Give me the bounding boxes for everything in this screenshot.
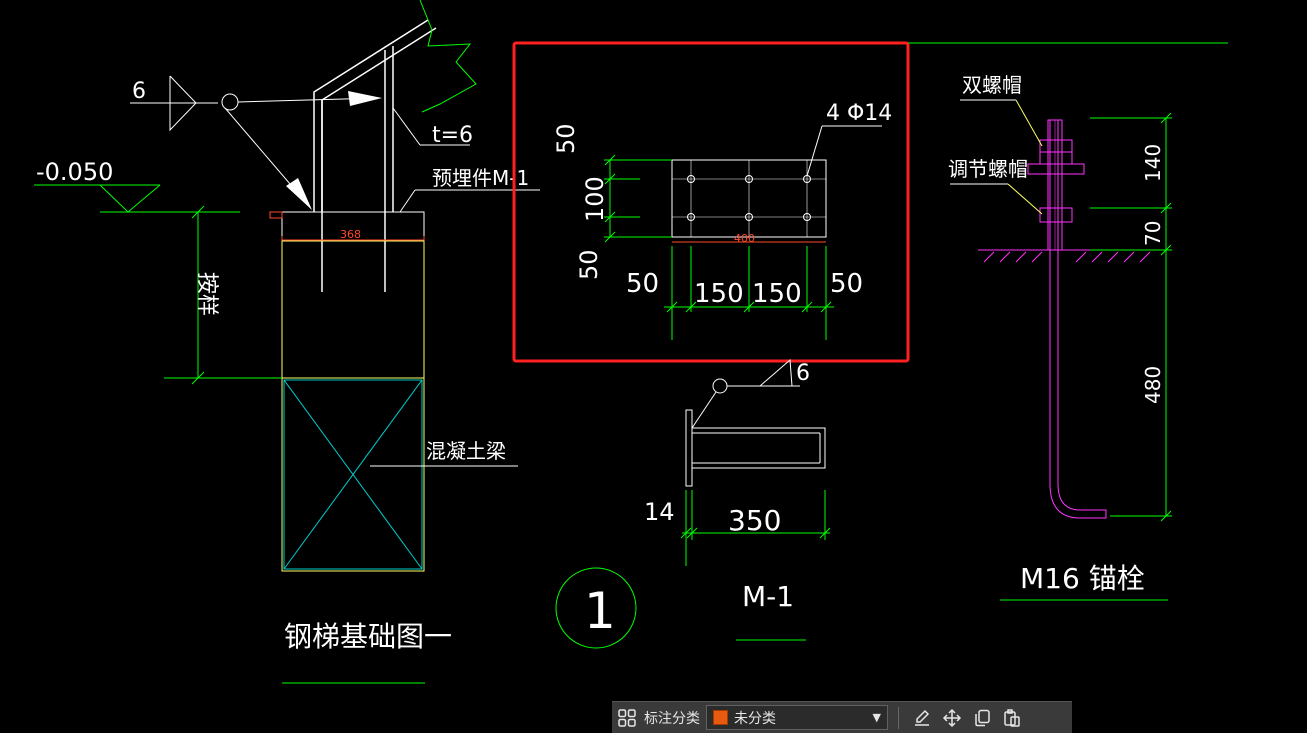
weld-size-label: 6 bbox=[132, 79, 146, 104]
h-dim-right: 50 bbox=[830, 269, 863, 299]
thickness-label: t=6 bbox=[432, 123, 473, 148]
anchor-dim-140: 140 bbox=[1141, 144, 1165, 182]
edit-icon[interactable] bbox=[907, 702, 937, 733]
annotation-category-label: 标注分类 bbox=[644, 710, 700, 727]
double-nut-label: 双螺帽 bbox=[962, 73, 1022, 97]
annotation-category-select[interactable]: 未分类 ▼ bbox=[706, 705, 888, 730]
annotation-toolbar: 标注分类 未分类 ▼ bbox=[612, 701, 1072, 733]
foundation-detail bbox=[34, 0, 540, 684]
category-color-swatch bbox=[713, 710, 728, 725]
paste-icon[interactable] bbox=[997, 702, 1027, 733]
anchor-dim-480: 480 bbox=[1141, 366, 1165, 404]
detail-number: 1 bbox=[584, 582, 616, 640]
copy-icon[interactable] bbox=[967, 702, 997, 733]
v-dim-top: 50 bbox=[552, 123, 580, 154]
h-dim-2: 150 bbox=[752, 279, 802, 309]
plate-width-label: 400 bbox=[734, 232, 755, 245]
foundation-labels: 6 t=6 预埋件M-1 -0.050 368 按样 混凝土梁 钢梯基础图一 bbox=[36, 79, 529, 653]
selection-highlight-frame bbox=[512, 41, 910, 363]
category-select-value: 未分类 bbox=[734, 710, 776, 727]
h-dim-1: 150 bbox=[694, 279, 744, 309]
cad-canvas[interactable]: 6 t=6 预埋件M-1 -0.050 368 按样 混凝土梁 钢梯基础图一 4… bbox=[0, 0, 1307, 732]
adjust-nut-label: 调节螺帽 bbox=[948, 157, 1028, 181]
layout-grid-icon[interactable] bbox=[612, 702, 642, 733]
plate-plan-labels: 4 Φ14 50 100 50 400 50 150 150 50 bbox=[552, 101, 892, 309]
section-length-label: 350 bbox=[728, 504, 781, 537]
section-thickness-label: 14 bbox=[644, 498, 675, 526]
section-weld-label: 6 bbox=[796, 361, 810, 386]
v-dim-bottom: 50 bbox=[575, 249, 603, 280]
section-title: M-1 bbox=[742, 580, 794, 613]
elevation-label: -0.050 bbox=[36, 158, 113, 186]
toolbar-divider bbox=[898, 706, 899, 729]
anchor-dim-70: 70 bbox=[1141, 221, 1165, 246]
anchor-bolt-labels: 双螺帽 调节螺帽 140 70 480 M16 锚栓 bbox=[948, 73, 1165, 595]
chevron-down-icon[interactable]: ▼ bbox=[873, 711, 881, 724]
beam-label: 混凝土梁 bbox=[426, 439, 506, 463]
anchor-title: M16 锚栓 bbox=[1020, 562, 1145, 595]
h-dim-left: 50 bbox=[626, 269, 659, 299]
foundation-title: 钢梯基础图一 bbox=[284, 620, 452, 653]
m1-section-labels: 6 14 350 M-1 1 bbox=[584, 361, 810, 640]
move-icon[interactable] bbox=[937, 702, 967, 733]
base-plate-width-label: 368 bbox=[340, 228, 361, 241]
v-dim-mid: 100 bbox=[581, 176, 609, 222]
height-label: 按样 bbox=[194, 272, 219, 316]
bolt-spec-label: 4 Φ14 bbox=[826, 101, 892, 126]
